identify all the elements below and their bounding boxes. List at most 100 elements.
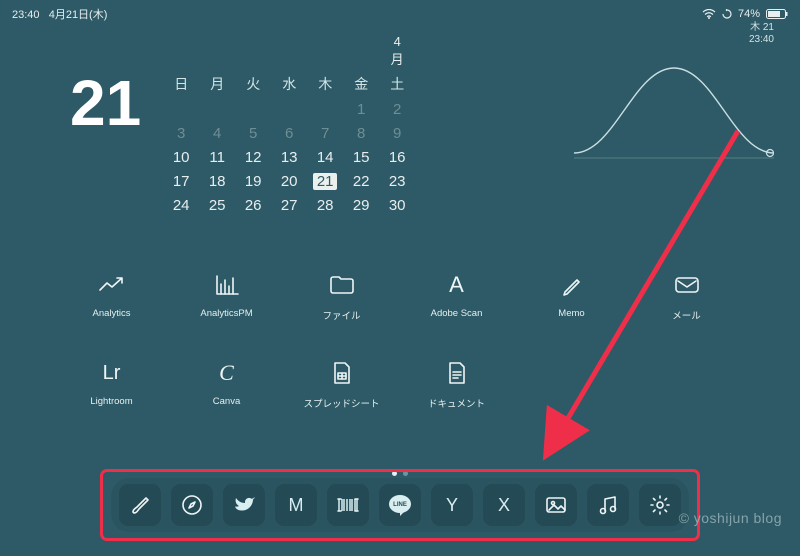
sheet-icon (332, 360, 352, 386)
calendar-day: 3 (167, 122, 195, 144)
calendar-day: 1 (347, 98, 375, 120)
envelope-icon (674, 272, 700, 298)
app-docs[interactable]: ドキュメント (399, 360, 514, 410)
app-label: Lightroom (90, 396, 132, 407)
dock-gmail[interactable]: M (275, 484, 317, 526)
app-label: Memo (558, 308, 584, 319)
line-icon: LINE (387, 492, 413, 518)
app-lightroom[interactable]: Lr Lightroom (54, 360, 169, 410)
calendar-day: 14 (311, 146, 339, 168)
status-bar: 23:40 4月21日(木) 74% (0, 6, 800, 22)
app-mail[interactable]: メール (629, 272, 744, 322)
letter-a-icon: A (449, 272, 464, 298)
weekday-header: 月 (203, 72, 231, 96)
calendar-day: 13 (275, 146, 303, 168)
calendar-day: 12 (239, 146, 267, 168)
trend-up-icon (98, 272, 126, 298)
dock-safari[interactable] (171, 484, 213, 526)
app-sheets[interactable]: スプレッドシート (284, 360, 399, 410)
app-files[interactable]: ファイル (284, 272, 399, 322)
brush-icon (129, 494, 151, 516)
calendar-day: 27 (275, 194, 303, 216)
calendar-day: 10 (167, 146, 195, 168)
dock-photos[interactable] (535, 484, 577, 526)
status-date: 4月21日(木) (49, 9, 108, 21)
status-right: 74% (702, 6, 788, 22)
calendar-day: 23 (383, 170, 411, 192)
svg-text:LINE: LINE (393, 502, 407, 508)
dock-twitter[interactable] (223, 484, 265, 526)
app-label: Canva (213, 396, 240, 407)
calendar-day: 2 (383, 98, 411, 120)
calendar-day: 30 (383, 194, 411, 216)
watermark: © yoshijun blog (679, 510, 782, 526)
app-memo[interactable]: Memo (514, 272, 629, 322)
app-adobescan[interactable]: A Adobe Scan (399, 272, 514, 322)
calendar-day: 8 (347, 122, 375, 144)
app-analytics[interactable]: Analytics (54, 272, 169, 322)
battery-percent: 74% (738, 8, 760, 20)
lr-text-icon: Lr (103, 360, 121, 386)
wifi-icon (702, 9, 716, 19)
app-analyticspm[interactable]: AnalyticsPM (169, 272, 284, 322)
calendar-day: 15 (347, 146, 375, 168)
calendar-day: 9 (383, 122, 411, 144)
calendar-day: 20 (275, 170, 303, 192)
weekday-header: 金 (347, 72, 375, 96)
app-label: Analytics (92, 308, 130, 319)
pencil-icon (561, 272, 583, 298)
calendar-day: 25 (203, 194, 231, 216)
calendar-day: 26 (239, 194, 267, 216)
status-time: 23:40 (12, 9, 40, 21)
weekday-header: 火 (239, 72, 267, 96)
calendar-day: 29 (347, 194, 375, 216)
calendar-day: 6 (275, 122, 303, 144)
calendar-day: 19 (239, 170, 267, 192)
orientation-lock-icon (722, 9, 732, 19)
bar-chart-icon (214, 272, 240, 298)
app-row-1: Analytics AnalyticsPM ファイル A Adobe Scan Memo メ… (54, 272, 746, 322)
weekday-header: 日 (167, 72, 195, 96)
image-icon (545, 496, 567, 514)
app-label: ドキュメント (428, 396, 485, 410)
dock-yahoo[interactable]: Y (431, 484, 473, 526)
clock-widget[interactable]: 木 21 23:40 (749, 22, 774, 46)
dock-x[interactable]: X (483, 484, 525, 526)
app-label: AnalyticsPM (200, 308, 252, 319)
app-label: スプレッドシート (303, 396, 379, 410)
doc-icon (447, 360, 467, 386)
c-script-icon: C (219, 360, 234, 386)
dock-barcode[interactable] (327, 484, 369, 526)
dock: M LINE YX (111, 478, 689, 532)
calendar-widget[interactable]: 21 4月日月火水木金土1234567891011121314151617181… (70, 30, 419, 218)
dock-brush[interactable] (119, 484, 161, 526)
compass-icon (181, 494, 203, 516)
folder-icon (329, 272, 355, 298)
calendar-day (311, 98, 339, 120)
dock-settings[interactable] (639, 484, 681, 526)
dock-line[interactable]: LINE (379, 484, 421, 526)
calendar-day: 11 (203, 146, 231, 168)
calendar-big-day: 21 (70, 30, 159, 140)
app-label: ファイル (322, 308, 360, 322)
app-label: Adobe Scan (431, 308, 483, 319)
dock-music[interactable] (587, 484, 629, 526)
app-label: メール (672, 308, 701, 322)
calendar-day: 5 (239, 122, 267, 144)
calendar-grid: 4月日月火水木金土1234567891011121314151617181920… (159, 30, 419, 218)
status-left: 23:40 4月21日(木) (12, 6, 107, 22)
twitter-icon (233, 496, 255, 514)
calendar-day: 7 (311, 122, 339, 144)
calendar-day: 22 (347, 170, 375, 192)
clock-time: 23:40 (749, 34, 774, 46)
weekday-header: 木 (311, 72, 339, 96)
calendar-day: 17 (167, 170, 195, 192)
gear-icon (649, 494, 671, 516)
curve-widget[interactable] (574, 58, 774, 168)
calendar-day: 28 (311, 194, 339, 216)
calendar-day: 24 (167, 194, 195, 216)
app-row-2: Lr Lightroom C Canva スプレッドシート ドキュメント (54, 360, 746, 410)
app-canva[interactable]: C Canva (169, 360, 284, 410)
calendar-day: 16 (383, 146, 411, 168)
home-apps: Analytics AnalyticsPM ファイル A Adobe Scan Memo メ… (0, 272, 800, 448)
